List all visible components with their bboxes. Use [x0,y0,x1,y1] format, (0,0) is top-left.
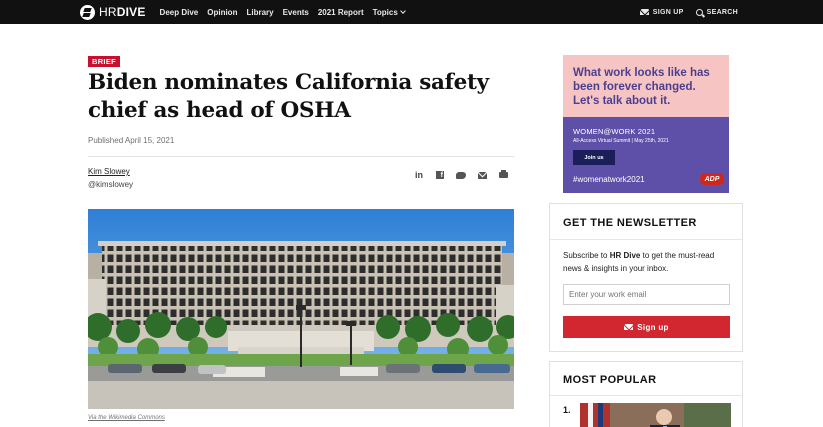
ad-hashtag: #womenatwork2021 [573,175,645,184]
hrdive-logo[interactable]: HRDIVE [80,0,146,24]
most-popular-divider [550,395,742,396]
envelope-icon [624,324,634,330]
linkedin-share-button[interactable]: in [410,167,428,183]
author-name-link[interactable]: Kim Slowey [88,167,130,176]
nav-link-library[interactable]: Library [246,8,273,17]
ad-headline: What work looks like has been forever ch… [573,67,710,107]
print-icon [498,170,508,178]
nav-link-events[interactable]: Events [283,8,309,17]
chevron-down-icon [399,8,406,14]
nav-link-2021-report[interactable]: 2021 Report [318,8,364,17]
facebook-icon: f [436,171,444,179]
photo-caption-link[interactable]: Via the Wikimedia Commons [88,415,165,421]
email-share-button[interactable] [473,167,491,183]
most-popular-box: MOST POPULAR 1. [549,361,743,427]
signup-link[interactable]: SIGN UP [639,8,684,16]
email-field[interactable] [563,284,730,305]
email-icon [477,171,487,179]
article-photo [88,209,514,409]
logo-dive: DIVE [116,5,146,19]
search-link[interactable]: SEARCH [695,8,738,16]
newsletter-title: GET THE NEWSLETTER [563,217,697,229]
twitter-share-button[interactable] [452,167,470,183]
newsletter-desc-pre: Subscribe to [563,251,610,260]
building-photo-illustration [88,209,514,409]
brief-badge[interactable]: BRIEF [88,56,120,67]
logo-icon [80,4,95,20]
nav-link-topics-label: Topics [372,7,398,17]
envelope-icon [639,9,649,15]
top-nav: HRDIVE Deep Dive Opinion Library Events … [0,0,823,24]
nav-utilities: SIGN UP SEARCH [628,0,738,24]
popular-item-number: 1. [563,405,571,415]
logo-text: HRDIVE [99,5,146,19]
thumbnail-illustration [580,403,731,427]
twitter-icon [456,171,466,179]
advertisement[interactable]: What work looks like has been forever ch… [563,55,729,193]
nav-link-topics[interactable]: Topics [372,7,406,17]
article-title: Biden nominates California safety chief … [88,70,489,123]
author-handle: @kimslowey [88,180,134,189]
most-popular-title: MOST POPULAR [563,374,657,386]
newsletter-desc-brand: HR Dive [609,251,641,260]
share-toolbar: in f [410,167,512,183]
adp-logo: ADP [700,173,724,185]
signup-label: SIGN UP [652,8,684,16]
ad-event-title: WOMEN@WORK 2021 [573,127,656,136]
linkedin-icon: in [415,170,423,180]
search-label: SEARCH [706,8,738,16]
divider [88,156,514,157]
print-button[interactable] [494,167,512,183]
nav-links: Deep Dive Opinion Library Events 2021 Re… [160,8,414,17]
signup-button[interactable]: Sign up [563,316,730,338]
nav-link-opinion[interactable]: Opinion [207,8,237,17]
logo-hr: HR [99,5,117,19]
newsletter-box: GET THE NEWSLETTER Subscribe to HR Dive … [549,203,743,352]
facebook-share-button[interactable]: f [431,167,449,183]
ad-join-button[interactable]: Join us [573,150,615,165]
published-date: Published April 15, 2021 [88,136,175,145]
search-icon [695,8,703,16]
signup-button-label: Sign up [637,322,669,332]
newsletter-divider [550,239,742,240]
ad-subline: All-Access Virtual Summit | May 25th, 20… [573,138,669,144]
popular-item-thumbnail[interactable] [580,403,731,427]
newsletter-description: Subscribe to HR Dive to get the must-rea… [563,249,735,275]
nav-link-deep-dive[interactable]: Deep Dive [160,8,199,17]
